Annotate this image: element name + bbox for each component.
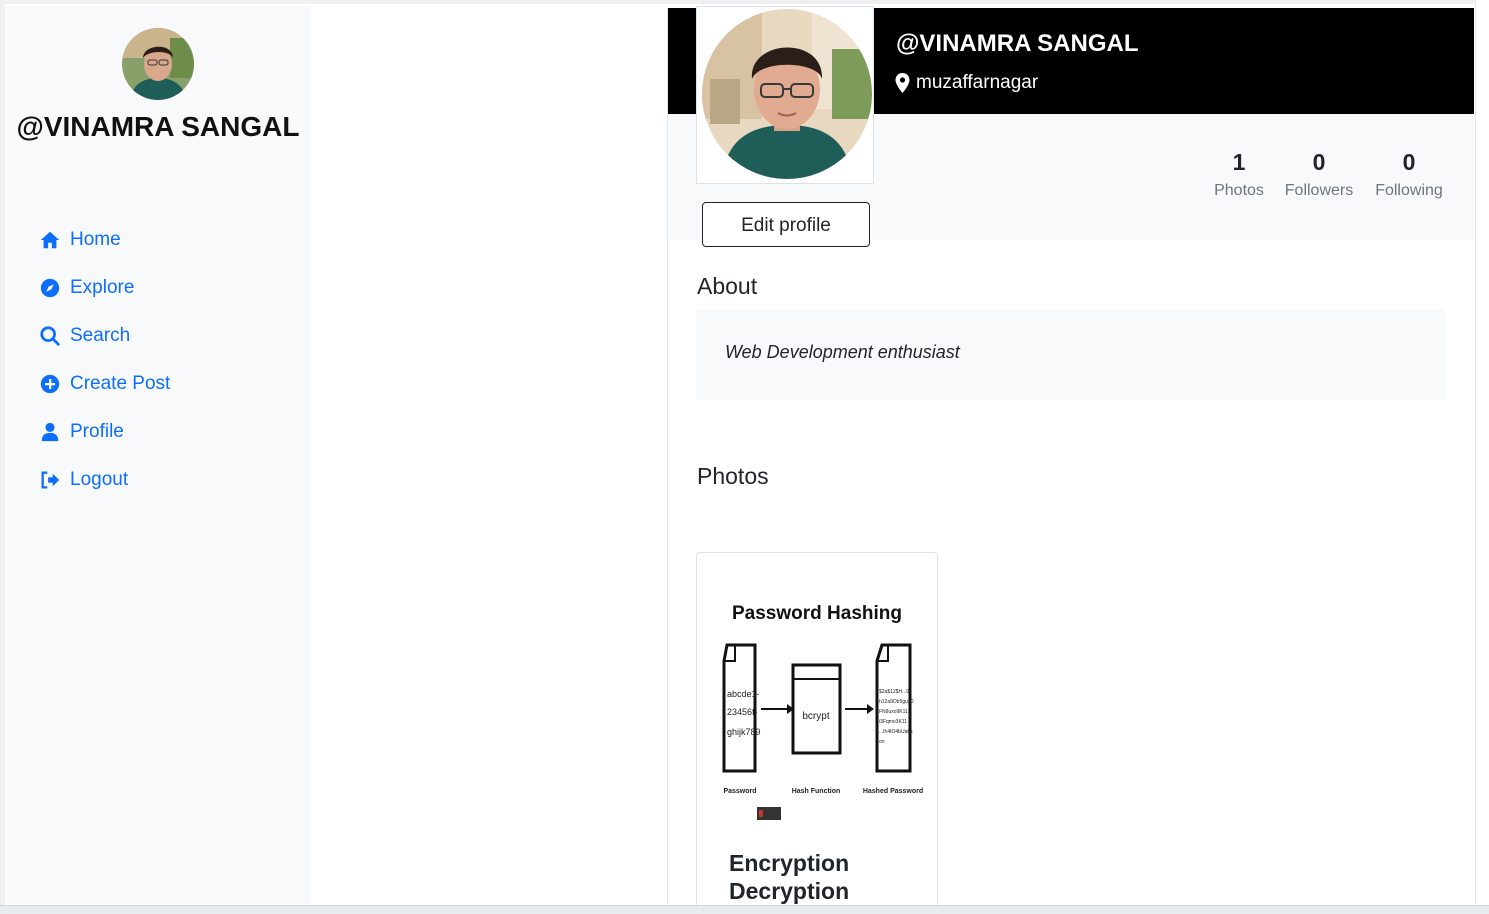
image-output-line: FN9uxo9K11... [879, 709, 912, 715]
image-heading: Password Hashing [732, 603, 902, 624]
profile-avatar-frame [696, 6, 874, 184]
sidebar-item-label: Logout [70, 469, 129, 490]
post-card[interactable]: Password Hashing abcde1- 23456f- ghijk78… [696, 552, 938, 912]
stat-label: Photos [1214, 182, 1264, 199]
plus-circle-icon [38, 372, 62, 396]
sidebar-item-label: Create Post [70, 373, 171, 394]
post-image[interactable]: Password Hashing abcde1- 23456f- ghijk78… [707, 563, 927, 838]
post-title[interactable]: Encryption Decryption [729, 849, 929, 905]
compass-icon [38, 276, 62, 300]
sidebar-username: @VINAMRA SANGAL [16, 111, 300, 142]
map-pin-icon [895, 73, 910, 93]
about-box: Web Development enthusiast [696, 309, 1445, 400]
window-left-edge [0, 0, 5, 913]
edit-profile-button[interactable]: Edit profile [702, 202, 870, 247]
photos-heading: Photos [697, 463, 769, 489]
stat-value: 1 [1232, 149, 1246, 175]
sidebar-item-label: Profile [70, 421, 124, 442]
profile-location: muzaffarnagar [895, 72, 1038, 94]
profile-handle: @VINAMRA SANGAL [896, 30, 1139, 57]
sidebar-item-label: Explore [70, 277, 135, 298]
stat-photos: 1 Photos [1209, 148, 1269, 200]
location-text: muzaffarnagar [916, 72, 1039, 93]
image-output-line: h12a9Ob5gu20 [879, 699, 914, 705]
about-heading: About [697, 273, 758, 299]
image-input-line: abcde1- [727, 689, 760, 699]
image-output-line: $2a$12$H...9e [879, 689, 912, 695]
sidebar-item-profile[interactable]: Profile [38, 408, 170, 456]
sidebar: @VINAMRA SANGAL Home Explore Search Crea… [6, 6, 310, 904]
window-top-edge [0, 0, 1489, 4]
image-output-line: on [879, 739, 885, 745]
sidebar-item-label: Search [70, 325, 131, 346]
window-right-edge [1475, 0, 1489, 913]
stat-following[interactable]: 0 Following [1369, 148, 1449, 200]
sidebar-item-label: Home [70, 229, 121, 250]
about-text: Web Development enthusiast [725, 342, 960, 362]
image-input-line: ghijk789 [727, 727, 761, 737]
stat-value: 0 [1312, 149, 1326, 175]
image-output-line: i3Fqmo3K11 [879, 719, 907, 725]
sidebar-avatar[interactable] [122, 28, 194, 100]
image-caption: Password [723, 788, 756, 795]
stat-label: Followers [1284, 182, 1354, 199]
sidebar-item-explore[interactable]: Explore [38, 264, 170, 312]
sidebar-item-home[interactable]: Home [38, 216, 170, 264]
image-caption: Hashed Password [863, 788, 923, 795]
image-input-line: 23456f- [727, 707, 758, 717]
stat-value: 0 [1402, 149, 1416, 175]
user-icon [38, 420, 62, 444]
image-function-text: bcrypt [802, 711, 829, 722]
stat-label: Following [1375, 182, 1443, 199]
sidebar-item-create-post[interactable]: Create Post [38, 360, 170, 408]
sidebar-nav: Home Explore Search Create Post Profile [38, 216, 170, 504]
search-icon [38, 324, 62, 348]
home-icon [38, 228, 62, 252]
sidebar-item-logout[interactable]: Logout [38, 456, 170, 504]
sidebar-item-search[interactable]: Search [38, 312, 170, 360]
image-caption: Hash Function [792, 788, 841, 795]
stat-followers[interactable]: 0 Followers [1280, 148, 1358, 200]
profile-avatar[interactable] [702, 9, 872, 179]
logout-icon [38, 468, 62, 492]
image-output-line: ...Ih4IO4bUa6s [879, 729, 913, 735]
